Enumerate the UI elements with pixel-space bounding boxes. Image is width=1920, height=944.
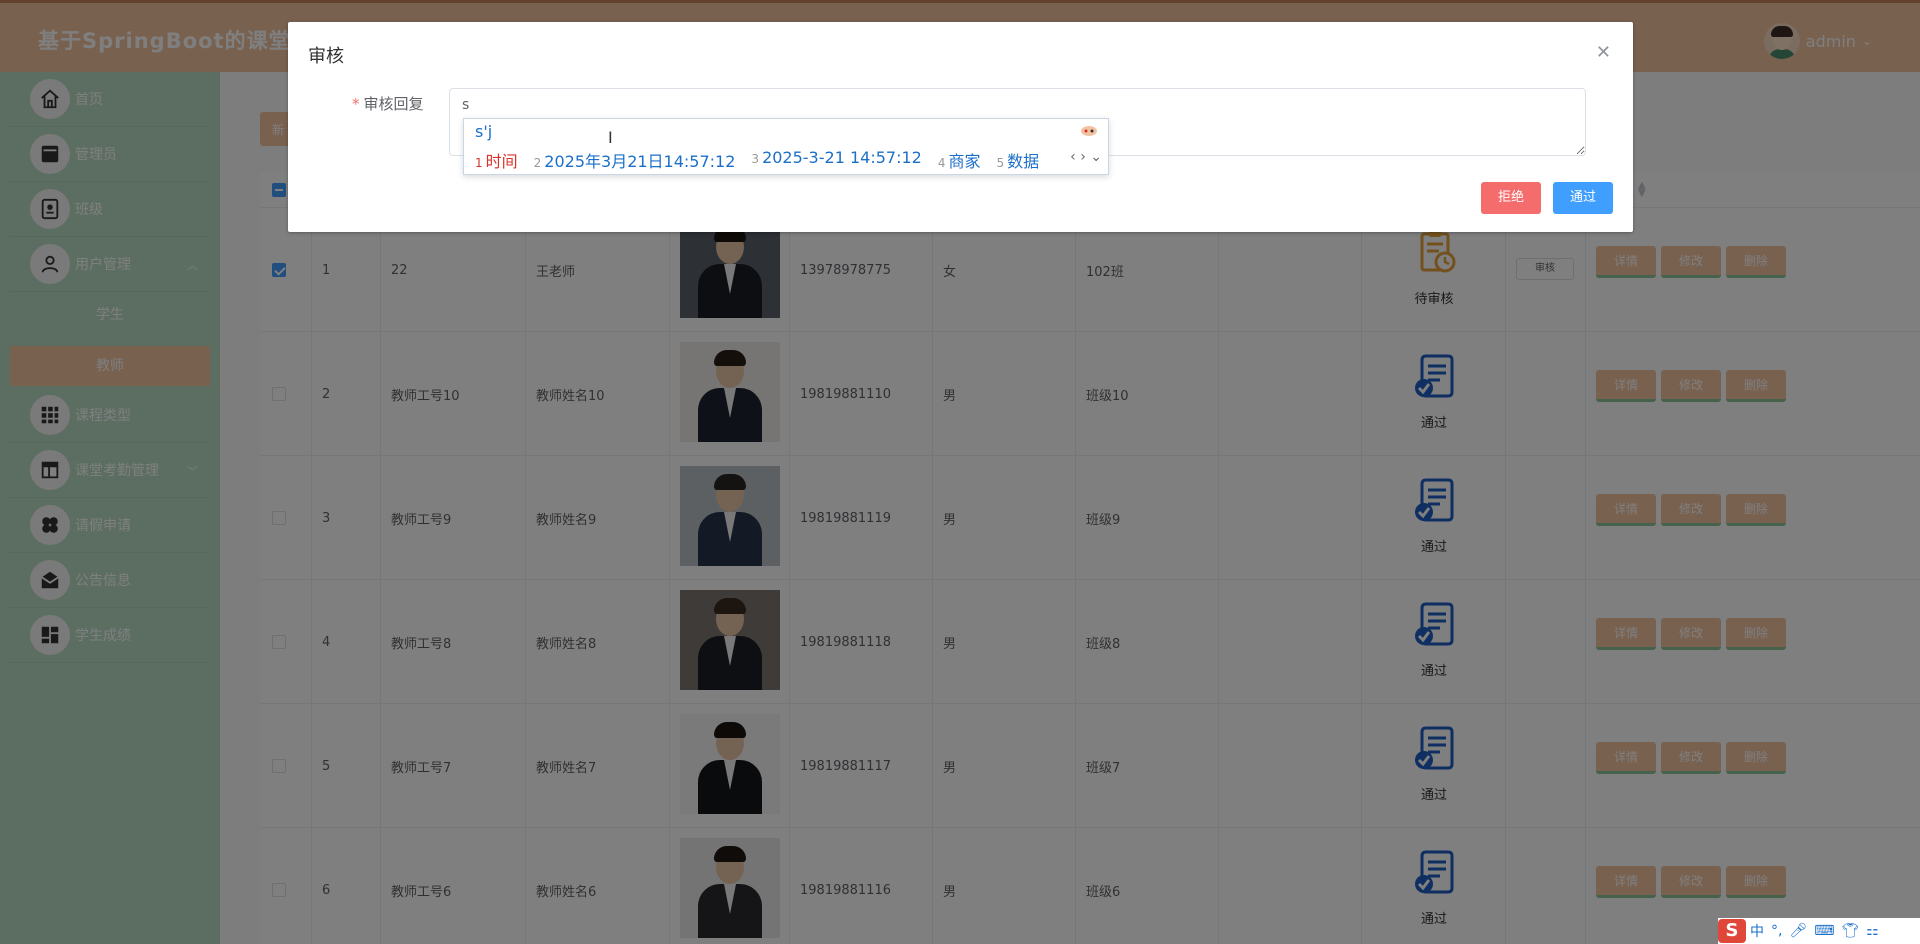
sogou-logo-icon[interactable]: S: [1718, 919, 1746, 943]
ime-candidate[interactable]: 3 2025-3-21 14:57:12: [751, 148, 921, 172]
ime-candidate[interactable]: 2 2025年3月21日14:57:12: [534, 148, 736, 172]
pass-button[interactable]: 通过: [1553, 182, 1613, 214]
ime-toolbar: S 中 °, 🎤︎ ⌨ 👕︎ ⚏: [1718, 918, 1920, 944]
audit-reply-label: * 审核回复: [352, 93, 424, 114]
required-mark: *: [352, 95, 360, 113]
ime-candidates: 1 时间 2 2025年3月21日14:57:12 3 2025-3-21 14:57…: [475, 148, 1055, 172]
skin-shirt-icon[interactable]: 👕︎: [1841, 923, 1859, 939]
microphone-icon[interactable]: 🎤︎: [1789, 923, 1807, 939]
toolbox-icon[interactable]: ⚏: [1866, 923, 1879, 939]
punctuation-icon[interactable]: °,: [1771, 923, 1782, 939]
ime-candidate[interactable]: 4 商家: [938, 148, 981, 172]
close-icon[interactable]: ✕: [1596, 42, 1611, 63]
ime-skin-icon[interactable]: [1080, 123, 1100, 137]
lang-toggle[interactable]: 中: [1750, 921, 1764, 941]
audit-reply-label-text: 审核回复: [363, 95, 424, 113]
text-cursor-icon: I: [608, 128, 613, 147]
ime-composition: s'j: [475, 122, 493, 141]
ime-candidate-window: s'j 1 时间 2 2025年3月21日14:57:12 3 2025-3-21 1…: [463, 118, 1109, 175]
ime-candidate[interactable]: 5 数据: [996, 148, 1039, 172]
ime-page-nav[interactable]: ‹ › ⌄: [1070, 149, 1102, 165]
chevron-right-icon[interactable]: ›: [1080, 149, 1086, 165]
chevron-left-icon[interactable]: ‹: [1070, 149, 1076, 165]
chevron-down-icon[interactable]: ⌄: [1090, 149, 1102, 165]
dialog-title: 审核: [308, 46, 344, 67]
keyboard-icon[interactable]: ⌨: [1814, 923, 1834, 939]
reject-button[interactable]: 拒绝: [1481, 182, 1541, 214]
ime-candidate[interactable]: 1 时间: [475, 148, 518, 172]
